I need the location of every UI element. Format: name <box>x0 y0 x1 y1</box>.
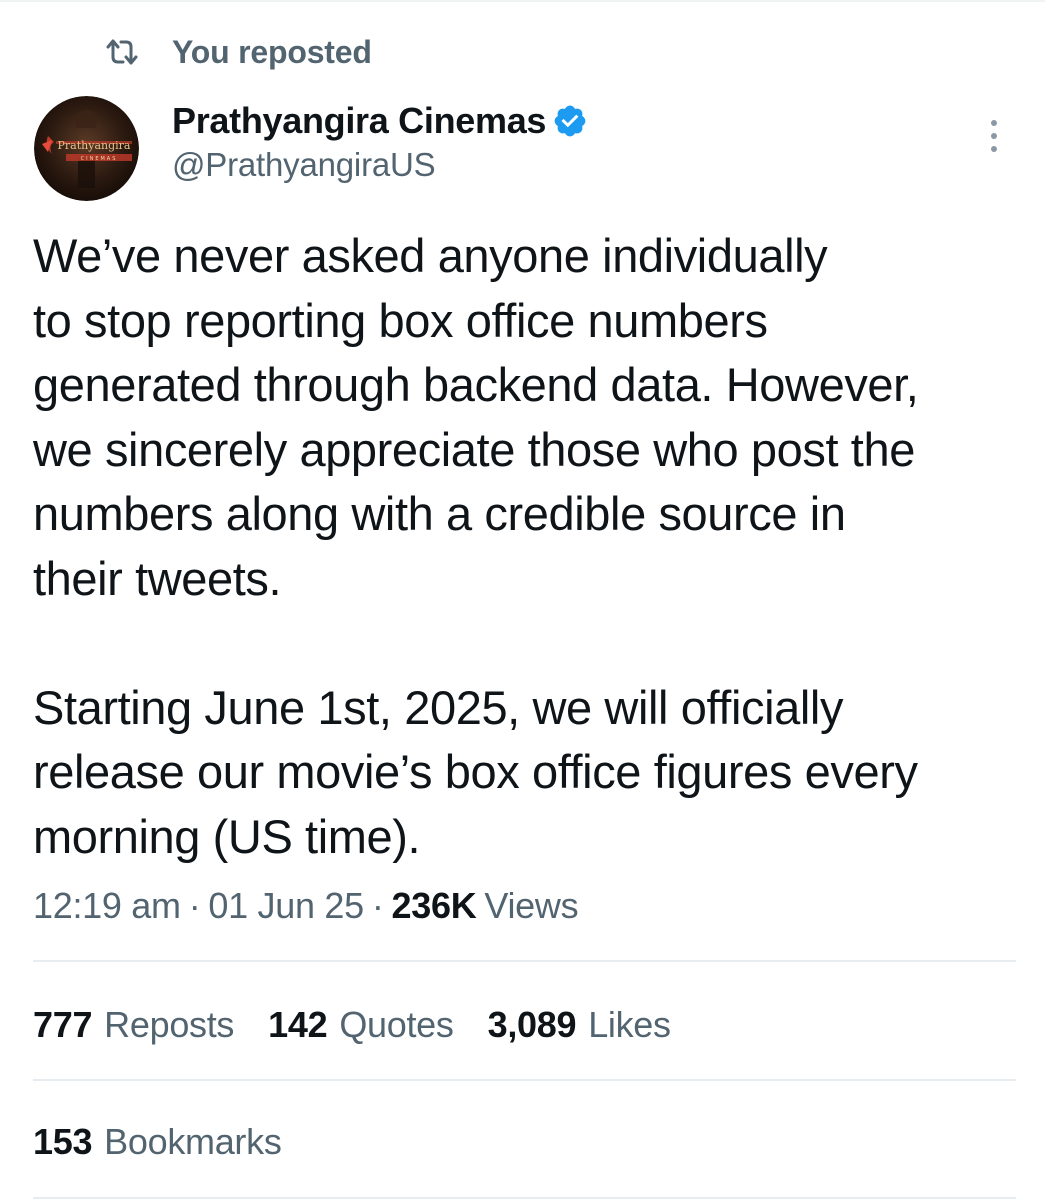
author-name-row: Prathyangira Cinemas <box>172 98 588 144</box>
avatar[interactable]: Prathyangira CINEMAS <box>34 96 139 201</box>
tweet-detail: You reposted Prathyangira CINEMAS Prathy <box>0 0 1045 1200</box>
tweet-text-line: their tweets. <box>33 551 282 605</box>
tweet-text-line: We’ve never asked anyone individually <box>33 229 828 282</box>
meta-separator: · <box>188 885 201 926</box>
quotes-count: 142 <box>268 1004 328 1045</box>
tweet-text-line: we sincerely appreciate those who post t… <box>33 422 915 476</box>
top-divider <box>0 0 1045 2</box>
bookmarks-count: 153 <box>33 1121 93 1162</box>
engagement-stats: 777 Reposts 142 Quotes 3,089 Likes <box>33 999 705 1051</box>
tweet-date[interactable]: 01 Jun 25 <box>208 885 364 927</box>
reposts-label: Reposts <box>104 1004 235 1045</box>
divider <box>33 1079 1016 1081</box>
tweet-text-line: generated through backend data. However, <box>33 358 919 411</box>
repost-context: You reposted <box>104 30 372 74</box>
tweet-meta: 12:19 am · 01 Jun 25 · 236K Views <box>33 880 579 932</box>
tweet-text-line: numbers along with a credible source in <box>33 487 846 540</box>
repost-label: You reposted <box>172 33 372 70</box>
verified-badge-icon[interactable] <box>552 103 588 139</box>
tweet-text-line: Starting June 1st, 2025, we will officia… <box>33 680 844 734</box>
repost-icon <box>104 37 140 67</box>
views-count[interactable]: 236K <box>392 885 477 927</box>
tweet-text-line: release our movie’s box office figures e… <box>33 745 918 798</box>
likes-label: Likes <box>588 1004 671 1045</box>
reposts-stat[interactable]: 777 Reposts <box>33 1004 234 1046</box>
bookmarks-label: Bookmarks <box>104 1121 282 1162</box>
avatar-logo-subtext: CINEMAS <box>81 156 118 162</box>
tweet-text: We’ve never asked anyone individually to… <box>33 224 1018 869</box>
divider <box>33 1197 1016 1199</box>
divider <box>33 960 1016 962</box>
meta-separator: · <box>371 885 384 926</box>
likes-count: 3,089 <box>487 1004 577 1045</box>
likes-stat[interactable]: 3,089 Likes <box>488 1004 671 1046</box>
avatar-logo-text: Prathyangira <box>58 139 131 152</box>
more-vertical-icon[interactable] <box>974 114 1014 158</box>
bookmarks-stat[interactable]: 153 Bookmarks <box>33 1116 282 1168</box>
author-display-name[interactable]: Prathyangira Cinemas <box>172 100 546 142</box>
tweet-time[interactable]: 12:19 am <box>33 885 181 927</box>
tweet-text-line: to stop reporting box office numbers <box>33 293 768 347</box>
author-handle[interactable]: @PrathyangiraUS <box>172 146 436 184</box>
views-label[interactable]: Views <box>484 885 578 927</box>
quotes-label: Quotes <box>339 1004 454 1045</box>
tweet-text-line: morning (US time). <box>33 809 421 863</box>
reposts-count: 777 <box>33 1004 93 1045</box>
quotes-stat[interactable]: 142 Quotes <box>268 1004 454 1046</box>
